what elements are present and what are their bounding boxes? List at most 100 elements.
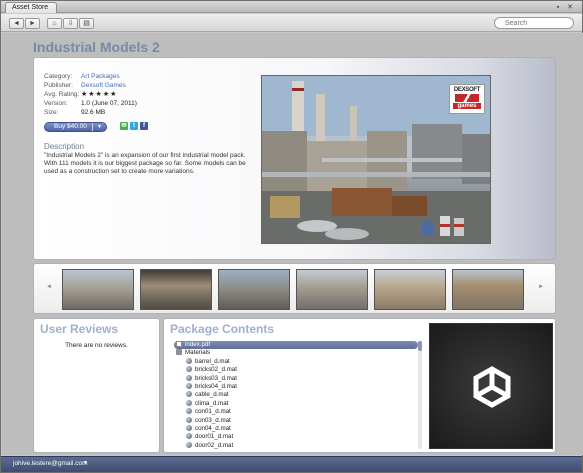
meta-row: Avg. Rating: ★★★★★ [44,90,137,99]
material-icon [186,424,192,431]
main-content: Industrial Models 2 Category: Art Package… [2,33,583,455]
meta-row: Publisher: Dexsoft Games [44,81,137,90]
file-name: door01_d.mat [195,433,234,441]
meta-row: Category: Art Packages [44,72,137,81]
meta-value[interactable]: Dexsoft Games [81,82,126,89]
package-meta: Category: Art Packages Publisher: Dexsoft G… [44,72,137,117]
description-heading: Description [44,142,85,151]
meta-row: Size: 92.6 MB [44,108,137,117]
screenshot-strip: ◄ ► [33,263,556,314]
file-name: Materials [185,349,211,357]
file-list[interactable]: index.pdf Materials barrel_d.mat bricks02_d… [174,341,418,451]
logo-top-text: DEXSOFT [453,87,481,93]
file-list-item[interactable]: clima_d.mat [174,399,418,408]
material-icon [186,441,192,448]
meta-key: Category: [44,73,73,80]
package-key-image[interactable]: DEXSOFT games [261,75,491,244]
user-reviews-heading: User Reviews [40,322,119,336]
file-list-item[interactable]: bricks04_d.mat [174,382,418,391]
dexsoft-games-logo: DEXSOFT games [449,84,485,114]
home-icon[interactable]: ⌂ [47,18,62,29]
file-name: door02_d.mat [195,441,234,449]
buy-button-label: Buy $40.00 [54,123,87,130]
asset-store-window: Asset Store ▪ ✕ ◄ ► ⌂ ⇩ ▤ Industrial Mod… [0,0,583,473]
page-title: Industrial Models 2 [33,39,160,55]
file-list-item[interactable]: Materials [174,349,418,357]
package-preview [429,323,553,449]
chevron-down-icon[interactable]: ▼ [83,460,88,466]
file-name: bricks03_d.mat [195,374,237,382]
meta-key: Avg. Rating: [44,91,80,98]
facebook-icon[interactable]: f [140,122,148,130]
package-contents-heading: Package Contents [170,322,275,336]
material-icon [186,399,192,406]
file-list-item[interactable]: con03_d.mat [174,416,418,425]
buy-separator [92,123,93,131]
list-icon[interactable]: ▤ [79,18,94,29]
file-name: con04_d.mat [195,424,231,432]
package-header-panel: Category: Art Packages Publisher: Dexsoft G… [33,57,556,260]
file-list-item[interactable]: bricks03_d.mat [174,374,418,383]
meta-key: Publisher: [44,82,73,89]
file-list-item[interactable]: door02_d.mat [174,441,418,450]
status-bar: johive.lestere@gmail.com ▼ [1,456,582,472]
chevron-right-icon[interactable]: ► [538,284,544,290]
folder-icon [176,349,182,356]
file-list-item[interactable]: index.pdf [174,341,418,350]
unity-logo-icon [473,366,511,408]
logo-bottom-text: games [453,103,481,109]
document-icon [176,341,182,347]
no-reviews-text: There are no reviews. [65,342,128,349]
toolbar: ◄ ► ⌂ ⇩ ▤ [1,14,582,32]
user-reviews-panel: User Reviews There are no reviews. [33,318,160,453]
screenshot-thumb[interactable] [218,269,290,310]
file-list-item[interactable]: cable_d.mat [174,391,418,399]
screenshot-thumb[interactable] [296,269,368,310]
forward-icon[interactable]: ► [25,18,40,29]
meta-value: 92.6 MB [81,109,106,116]
meta-value[interactable]: Art Packages [81,73,120,80]
material-icon [186,391,192,398]
file-list-scrollbar[interactable] [418,341,422,449]
meta-key: Size: [44,109,59,116]
tab-asset-store[interactable]: Asset Store [5,2,58,13]
file-name: barrel_d.mat [195,357,230,365]
buy-button[interactable]: Buy $40.00 ▼ [44,122,107,132]
file-name: bricks04_d.mat [195,382,237,390]
package-contents-panel: Package Contents index.pdf Materials barre… [163,318,556,453]
file-name: cable_d.mat [195,391,229,399]
window-controls[interactable]: ▪ ✕ [557,3,576,11]
file-list-item[interactable]: con04_d.mat [174,424,418,433]
chevron-down-icon[interactable]: ▼ [97,123,102,131]
file-name: con03_d.mat [195,416,231,424]
material-icon [186,416,192,423]
screenshot-thumb[interactable] [62,269,134,310]
chevron-left-icon[interactable]: ◄ [46,284,52,290]
material-icon [186,433,192,440]
screenshot-thumb[interactable] [452,269,524,310]
file-list-item[interactable]: barrel_d.mat [174,357,418,366]
logo-mark [455,94,479,102]
back-icon[interactable]: ◄ [9,18,24,29]
file-name: clima_d.mat [195,399,229,407]
material-icon [186,382,192,389]
file-name: bricks02_d.mat [195,366,237,374]
title-bar: Asset Store ▪ ✕ [1,1,582,13]
material-icon [186,366,192,373]
download-icon[interactable]: ⇩ [63,18,78,29]
account-email[interactable]: johive.lestere@gmail.com [13,460,88,467]
search-input[interactable] [494,17,574,29]
description-text: "Industrial Models 2" is an expansion of… [44,152,246,175]
file-list-item[interactable]: bricks02_d.mat [174,366,418,374]
screenshot-thumb[interactable] [374,269,446,310]
scrollbar-thumb[interactable] [418,341,422,351]
material-icon [186,374,192,381]
twitter-icon[interactable]: t [130,122,138,130]
material-icon [186,357,192,364]
file-list-item[interactable]: con01_d.mat [174,408,418,416]
meta-value: 1.0 (June 07, 2011) [81,100,137,107]
file-list-item[interactable]: door01_d.mat [174,433,418,441]
email-share-icon[interactable]: ✉ [120,122,128,130]
screenshot-thumb[interactable] [140,269,212,310]
material-icon [186,408,192,415]
